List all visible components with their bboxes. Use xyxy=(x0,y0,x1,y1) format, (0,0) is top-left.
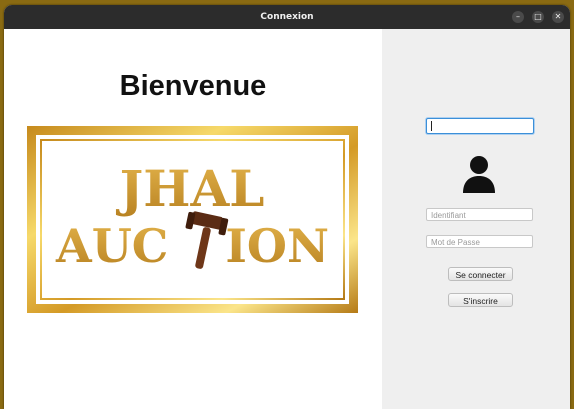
maximize-button[interactable]: □ xyxy=(532,11,544,23)
welcome-panel: Bienvenue JHAL AUC ION xyxy=(4,29,382,409)
logo-text-jhal: JHAL xyxy=(116,159,265,218)
logo-text-auc: AUC xyxy=(55,219,168,273)
login-window: Connexion – □ ✕ Bienvenue JHAL AUC ION I… xyxy=(4,5,570,409)
text-caret xyxy=(431,121,432,131)
jhal-auction-logo: JHAL AUC ION xyxy=(27,126,358,313)
register-button[interactable]: S'inscrire xyxy=(448,293,513,307)
minimize-button[interactable]: – xyxy=(512,11,524,23)
password-field[interactable]: Mot de Passe xyxy=(426,235,533,248)
focused-input[interactable] xyxy=(426,118,534,134)
window-title: Connexion xyxy=(260,12,314,22)
login-panel: Identifiant Mot de Passe Se connecter S'… xyxy=(382,29,570,409)
close-button[interactable]: ✕ xyxy=(552,11,564,23)
username-field[interactable]: Identifiant xyxy=(426,208,533,221)
welcome-heading: Bienvenue xyxy=(119,70,267,102)
logo-text-ion: ION xyxy=(225,219,329,273)
user-icon xyxy=(463,156,495,193)
login-button[interactable]: Se connecter xyxy=(448,267,513,281)
title-bar: Connexion – □ ✕ xyxy=(4,5,570,29)
